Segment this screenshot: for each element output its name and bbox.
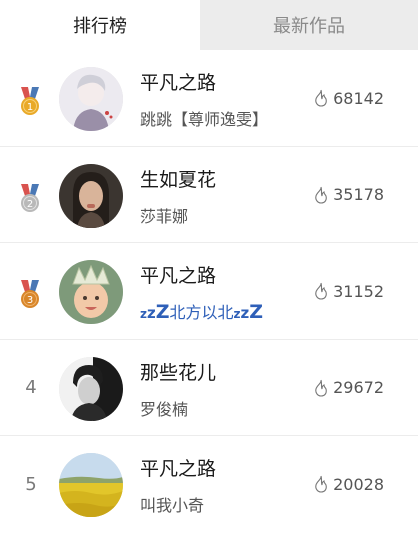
avatar[interactable] xyxy=(59,67,123,131)
zzz-decoration-icon: z xyxy=(146,304,156,322)
svg-text:2: 2 xyxy=(27,199,33,210)
silver-medal-icon: 2 xyxy=(21,183,39,212)
song-title: 生如夏花 xyxy=(140,168,217,191)
author-name-text: 北方以北 xyxy=(169,303,234,322)
zzz-decoration-icon: z xyxy=(233,307,241,321)
gold-medal-icon: 1 xyxy=(21,87,39,115)
like-count: 29672 xyxy=(313,340,384,436)
list-item[interactable]: 5 平凡之路 叫我小奇 20028 xyxy=(0,436,418,533)
song-title: 平凡之路 xyxy=(140,458,217,480)
rank-number: 4 xyxy=(25,377,37,398)
like-count-value: 29672 xyxy=(333,378,384,397)
svg-text:1: 1 xyxy=(27,102,33,113)
avatar[interactable] xyxy=(59,356,123,421)
like-count-value: 20028 xyxy=(333,474,384,494)
tab-leaderboard[interactable]: 排行榜 xyxy=(0,0,200,50)
like-count-value: 35178 xyxy=(333,185,384,204)
author-name: 叫我小奇 xyxy=(140,496,205,515)
like-count: 20028 xyxy=(313,436,384,532)
list-item[interactable]: 2 生如夏花 莎菲娜 35178 xyxy=(0,147,418,243)
song-title: 那些花儿 xyxy=(140,361,217,384)
song-title: 平凡之路 xyxy=(140,72,217,94)
zzz-decoration-icon: z xyxy=(240,304,250,322)
tab-bar: 排行榜 最新作品 xyxy=(0,0,418,50)
list-item[interactable]: 1 平凡之路 跳跳【尊师逸雯】 68142 xyxy=(0,50,418,147)
like-count-value: 31152 xyxy=(333,281,384,301)
flame-icon xyxy=(315,475,327,493)
flame-icon xyxy=(315,379,327,397)
author-name: 跳跳【尊师逸雯】 xyxy=(140,110,269,129)
like-count: 68142 xyxy=(313,50,384,146)
like-count-value: 68142 xyxy=(333,88,384,108)
bronze-medal-icon: 3 xyxy=(21,280,39,308)
zzz-decoration-icon: Z xyxy=(155,301,170,323)
author-name: zzZ北方以北zzZ xyxy=(140,299,263,323)
avatar[interactable] xyxy=(59,453,123,517)
rank-number: 5 xyxy=(25,473,37,495)
leaderboard-list: 1 平凡之路 跳跳【尊师逸雯】 68142 2 生如夏花 莎菲娜 35178 3… xyxy=(0,50,418,533)
author-name: 莎菲娜 xyxy=(140,206,189,226)
tab-latest-works[interactable]: 最新作品 xyxy=(200,0,418,50)
zzz-decoration-icon: z xyxy=(140,307,147,321)
like-count: 35178 xyxy=(313,147,384,243)
song-title: 平凡之路 xyxy=(140,265,217,287)
flame-icon xyxy=(315,282,327,300)
list-item[interactable]: 3 平凡之路 zzZ北方以北zzZ 31152 xyxy=(0,243,418,340)
flame-icon xyxy=(315,89,327,107)
list-item[interactable]: 4 那些花儿 罗俊楠 29672 xyxy=(0,340,418,436)
flame-icon xyxy=(315,186,327,204)
svg-text:3: 3 xyxy=(27,295,33,306)
like-count: 31152 xyxy=(313,243,384,339)
author-name: 罗俊楠 xyxy=(140,399,189,419)
avatar[interactable] xyxy=(59,163,123,228)
avatar[interactable] xyxy=(59,260,123,324)
zzz-decoration-icon: Z xyxy=(249,301,264,323)
